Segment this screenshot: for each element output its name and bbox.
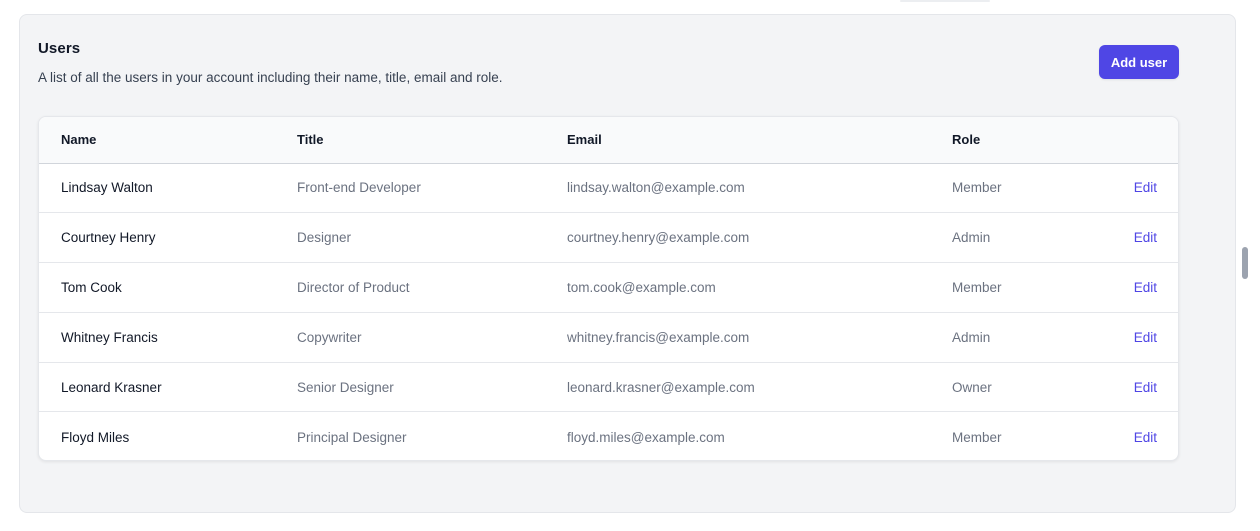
cell-actions: Edit: [1072, 362, 1178, 412]
cell-role: Admin: [952, 329, 991, 345]
cell-role: Member: [952, 180, 1002, 196]
cell-actions: Edit: [1072, 312, 1178, 362]
cell-title: Designer: [297, 230, 352, 246]
edit-link[interactable]: Edit: [1134, 430, 1157, 445]
users-table-card: Name Title Email Role Lindsay Walton Fro…: [38, 116, 1179, 461]
cell-title: Copywriter: [297, 329, 362, 345]
table-header-row: Name Title Email Role: [39, 117, 1178, 164]
cell-name: Lindsay Walton: [61, 180, 153, 196]
cell-title: Director of Product: [297, 279, 410, 295]
table-row: Floyd Miles Principal Designer floyd.mil…: [39, 412, 1178, 460]
column-header-name[interactable]: Name: [39, 117, 297, 164]
cell-email: lindsay.walton@example.com: [567, 180, 745, 196]
table-row: Leonard Krasner Senior Designer leonard.…: [39, 362, 1178, 412]
edit-link[interactable]: Edit: [1134, 330, 1157, 345]
table-row: Courtney Henry Designer courtney.henry@e…: [39, 213, 1178, 263]
top-divider: [900, 0, 990, 2]
cell-actions: Edit: [1072, 213, 1178, 263]
cell-name: Tom Cook: [61, 279, 122, 295]
cell-email: tom.cook@example.com: [567, 279, 716, 295]
edit-link[interactable]: Edit: [1134, 230, 1157, 245]
page-header: Users A list of all the users in your ac…: [38, 40, 1179, 90]
cell-role: Member: [952, 279, 1002, 295]
cell-title: Senior Designer: [297, 379, 394, 395]
page-title: Users: [38, 40, 81, 57]
cell-actions: Edit: [1072, 263, 1178, 313]
cell-role: Member: [952, 429, 1002, 445]
cell-title: Principal Designer: [297, 429, 407, 445]
cell-name: Courtney Henry: [61, 230, 156, 246]
edit-link[interactable]: Edit: [1134, 180, 1157, 195]
column-header-role[interactable]: Role: [952, 117, 1072, 164]
cell-email: floyd.miles@example.com: [567, 429, 725, 445]
table-row: Lindsay Walton Front-end Developer linds…: [39, 163, 1178, 213]
edit-link[interactable]: Edit: [1134, 380, 1157, 395]
table-row: Whitney Francis Copywriter whitney.franc…: [39, 312, 1178, 363]
users-table: Name Title Email Role Lindsay Walton Fro…: [39, 117, 1178, 460]
cell-email: courtney.henry@example.com: [567, 230, 750, 246]
column-header-actions: [1072, 117, 1178, 164]
table-row: Tom Cook Director of Product tom.cook@ex…: [39, 263, 1178, 313]
cell-name: Leonard Krasner: [61, 379, 162, 395]
column-header-title[interactable]: Title: [297, 117, 567, 164]
cell-actions: Edit: [1072, 163, 1178, 213]
add-user-button[interactable]: Add user: [1099, 45, 1179, 79]
scrollbar-thumb[interactable]: [1242, 247, 1248, 279]
cell-name: Floyd Miles: [61, 429, 130, 445]
cell-email: whitney.francis@example.com: [567, 329, 750, 345]
edit-link[interactable]: Edit: [1134, 280, 1157, 295]
cell-role: Admin: [952, 230, 991, 246]
cell-email: leonard.krasner@example.com: [567, 379, 755, 395]
cell-role: Owner: [952, 379, 992, 395]
cell-actions: Edit: [1072, 412, 1178, 460]
cell-name: Whitney Francis: [61, 329, 158, 345]
cell-title: Front-end Developer: [297, 180, 421, 196]
page-description: A list of all the users in your account …: [38, 70, 503, 85]
column-header-email[interactable]: Email: [567, 117, 952, 164]
